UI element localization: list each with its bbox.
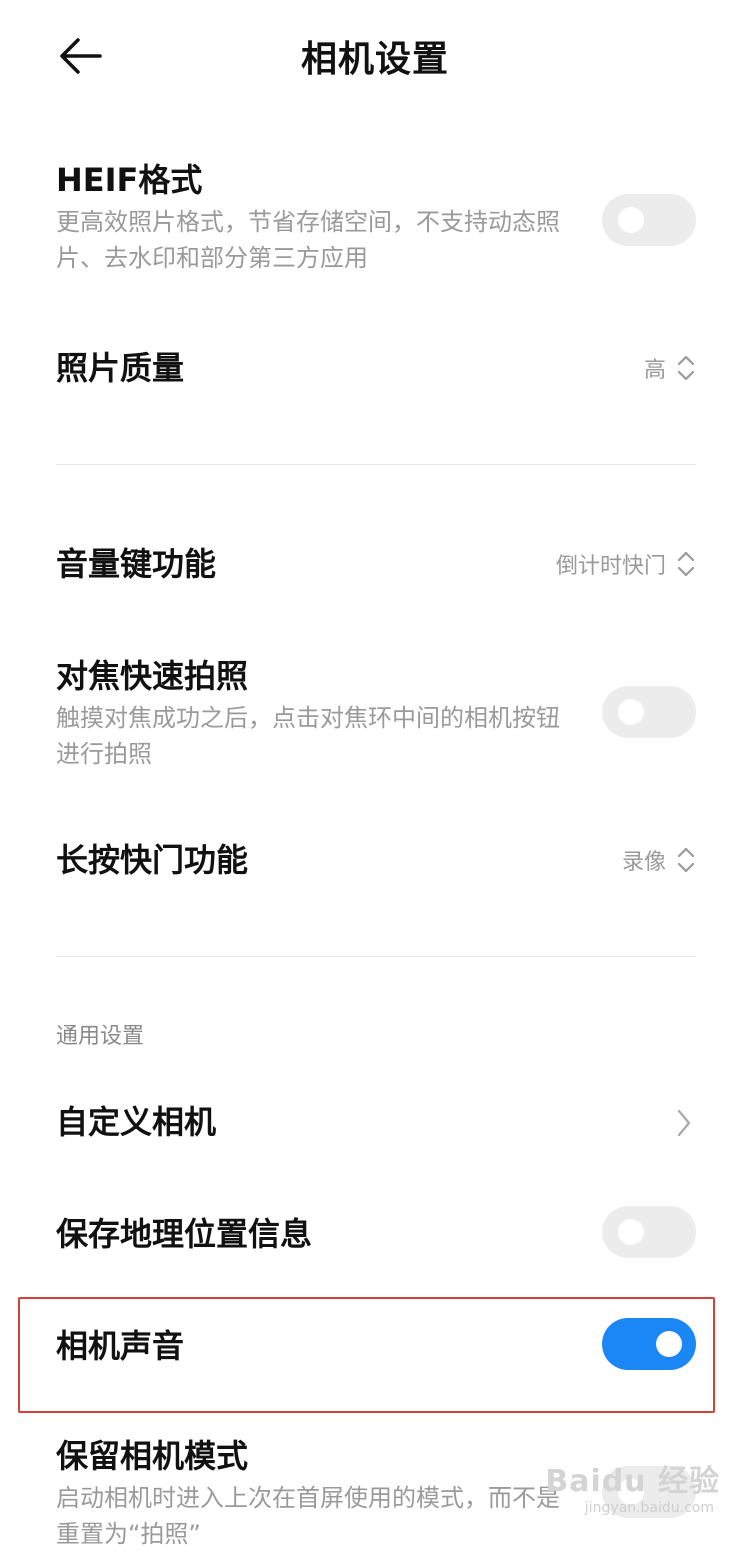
toggle-knob	[618, 1219, 644, 1245]
setting-photo-quality[interactable]: 照片质量 高	[56, 348, 696, 392]
volume-key-selector[interactable]: 倒计时快门	[556, 548, 696, 580]
photo-quality-selector[interactable]: 高	[644, 352, 696, 384]
camera-sound-title: 相机声音	[56, 1327, 185, 1365]
save-location-title: 保存地理位置信息	[56, 1215, 313, 1253]
long-press-title: 长按快门功能	[56, 841, 249, 879]
chevron-up-down-icon	[677, 355, 695, 381]
setting-heif: HEIF格式 更高效照片格式，节省存储空间，不支持动态照片、去水印和部分第三方应…	[56, 160, 696, 280]
divider	[56, 956, 696, 957]
baidu-watermark-url: jingyan.baidu.com	[584, 1500, 714, 1516]
toggle-knob	[618, 699, 644, 725]
photo-quality-value: 高	[643, 358, 666, 383]
heif-title: HEIF格式	[56, 161, 203, 199]
divider	[56, 464, 696, 465]
photo-quality-title: 照片质量	[56, 349, 185, 387]
chevron-right-icon	[677, 1109, 691, 1137]
focus-shoot-title: 对焦快速拍照	[56, 657, 249, 695]
toggle-knob	[656, 1331, 682, 1357]
chevron-up-down-icon	[677, 847, 695, 873]
setting-custom-camera[interactable]: 自定义相机	[56, 1102, 696, 1146]
long-press-value: 录像	[621, 850, 666, 875]
custom-camera-title: 自定义相机	[56, 1103, 217, 1141]
keep-mode-subtitle: 启动相机时进入上次在首屏使用的模式，而不是重置为“拍照”	[56, 1484, 560, 1548]
focus-shoot-subtitle: 触摸对焦成功之后，点击对焦环中间的相机按钮进行拍照	[56, 704, 560, 768]
section-header-general: 通用设置	[56, 1024, 145, 1049]
long-press-selector[interactable]: 录像	[622, 844, 696, 876]
setting-save-location: 保存地理位置信息	[56, 1206, 696, 1264]
setting-volume-key[interactable]: 音量键功能 倒计时快门	[56, 544, 696, 588]
setting-focus-shoot: 对焦快速拍照 触摸对焦成功之后，点击对焦环中间的相机按钮进行拍照	[56, 656, 696, 776]
camera-sound-toggle[interactable]	[602, 1318, 696, 1370]
setting-long-press-shutter[interactable]: 长按快门功能 录像	[56, 840, 696, 884]
setting-camera-sound: 相机声音	[56, 1318, 696, 1378]
toggle-knob	[618, 207, 644, 233]
baidu-watermark: Baidu 经验	[545, 1464, 720, 1499]
page-title: 相机设置	[300, 39, 449, 80]
focus-shoot-toggle[interactable]	[602, 686, 696, 738]
chevron-up-down-icon	[677, 551, 695, 577]
header-bar: 相机设置	[0, 0, 750, 110]
save-location-toggle[interactable]	[602, 1206, 696, 1258]
heif-subtitle: 更高效照片格式，节省存储空间，不支持动态照片、去水印和部分第三方应用	[56, 208, 560, 272]
heif-toggle[interactable]	[602, 194, 696, 246]
volume-key-value: 倒计时快门	[555, 554, 666, 579]
